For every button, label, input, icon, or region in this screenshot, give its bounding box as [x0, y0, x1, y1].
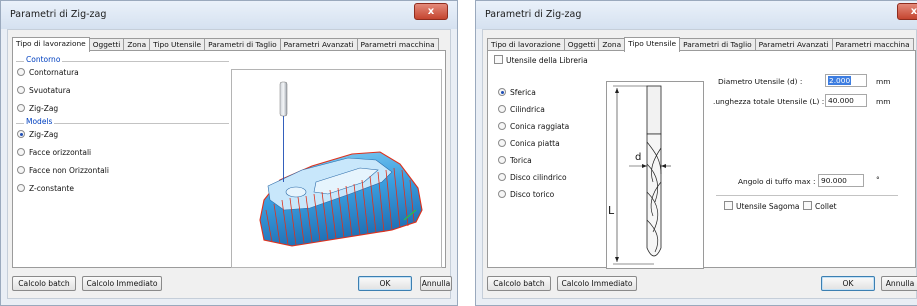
option-label: Zig-Zag	[29, 130, 59, 139]
close-button[interactable]: x	[897, 3, 917, 20]
radio-circle	[498, 190, 506, 198]
radio-circle	[17, 184, 25, 192]
title-bar[interactable]: Parametri di Zig-zag x	[1, 1, 457, 29]
radio-conica-piatta[interactable]: Conica piatta	[498, 138, 560, 150]
checkbox-box	[724, 201, 733, 210]
dialog-body: Tipo di lavorazione Oggetti Zona Tipo Utens…	[7, 29, 452, 299]
collet-checkbox[interactable]: Collet	[803, 201, 837, 213]
option-label: Cilindrica	[510, 105, 545, 114]
tab-tipo-lavorazione[interactable]: Tipo di lavorazione	[12, 37, 90, 52]
ok-button[interactable]: OK	[358, 276, 412, 291]
radio-zig-zag-contorno[interactable]: Zig-Zag	[17, 103, 58, 115]
calcolo-batch-button[interactable]: Calcolo batch	[487, 276, 551, 291]
radio-circle	[17, 104, 25, 112]
radio-sferica[interactable]: Sferica	[498, 87, 536, 99]
option-label: Facce non Orizzontali	[29, 166, 109, 175]
checkbox-label: Utensile Sagoma	[736, 202, 800, 211]
radio-circle	[17, 86, 25, 94]
option-label: Zig-Zag	[29, 104, 59, 113]
tab-strip: Tipo di lavorazione Oggetti Zona Tipo Utens…	[487, 36, 914, 52]
radio-circle	[498, 173, 506, 181]
toolpath-preview-image	[259, 81, 423, 247]
close-icon: x	[910, 6, 917, 17]
angolo-label: Angolo di tuffo max :	[738, 177, 816, 186]
option-label: Sferica	[510, 88, 536, 97]
diametro-unit: mm	[876, 77, 891, 86]
radio-circle	[17, 68, 25, 76]
annulla-button[interactable]: Annulla	[420, 276, 452, 291]
option-label: Conica piatta	[510, 139, 560, 148]
diametro-label: Diametro Utensile (d) :	[718, 77, 803, 86]
radio-circle	[498, 156, 506, 164]
close-icon: x	[427, 6, 435, 17]
radio-contornatura[interactable]: Contornatura	[17, 67, 79, 79]
radio-circle	[498, 139, 506, 147]
angolo-input[interactable]: 90.000	[818, 174, 864, 187]
diametro-input[interactable]: 2.000	[825, 74, 867, 87]
radio-conica-raggiata[interactable]: Conica raggiata	[498, 121, 569, 133]
option-label: Disco torico	[510, 190, 555, 199]
calcolo-batch-button[interactable]: Calcolo batch	[12, 276, 76, 291]
option-label: Z-constante	[29, 184, 74, 193]
checkbox-label: Utensile della Libreria	[506, 56, 588, 65]
radio-circle-selected	[498, 88, 506, 96]
radio-z-constante[interactable]: Z-constante	[17, 183, 74, 195]
option-label: Torica	[510, 156, 532, 165]
radio-svuotatura[interactable]: Svuotatura	[17, 85, 70, 97]
library-tool-checkbox[interactable]: Utensile della Libreria	[494, 55, 588, 67]
option-label: Conica raggiata	[510, 122, 570, 131]
radio-circle-selected	[17, 130, 25, 138]
utensile-sagoma-checkbox[interactable]: Utensile Sagoma	[724, 201, 799, 213]
radio-facce-orizzontali[interactable]: Facce orizzontali	[17, 147, 91, 159]
lunghezza-input[interactable]: 40.000	[825, 94, 867, 107]
radio-cilindrica[interactable]: Cilindrica	[498, 104, 545, 116]
option-label: Disco cilindrico	[510, 173, 567, 182]
tool-diagram: d L	[606, 81, 704, 269]
radio-facce-non-orizzontali[interactable]: Facce non Orizzontali	[17, 165, 109, 177]
option-label: Svuotatura	[29, 86, 71, 95]
tab-strip: Tipo di lavorazione Oggetti Zona Tipo Utens…	[12, 36, 439, 52]
lunghezza-unit: mm	[876, 97, 891, 106]
radio-circle	[17, 148, 25, 156]
window-title: Parametri di Zig-zag	[485, 9, 582, 20]
option-label: Facce orizzontali	[29, 148, 92, 157]
checkbox-box	[494, 55, 503, 64]
tab-page: Utensile della Libreria Sferica Cilindri…	[487, 50, 916, 269]
toolpath-preview-3d[interactable]	[231, 69, 442, 268]
checkbox-box	[803, 201, 812, 210]
checkbox-label: Collet	[815, 202, 837, 211]
radio-circle	[17, 166, 25, 174]
radio-zig-zag-models[interactable]: Zig-Zag	[17, 129, 58, 141]
tab-tipo-utensile[interactable]: Tipo Utensile	[624, 37, 681, 52]
length-dim-label: L	[608, 204, 615, 217]
ok-button[interactable]: OK	[821, 276, 875, 291]
option-label: Contornatura	[29, 68, 79, 77]
diameter-dim-label: d	[635, 152, 642, 163]
calcolo-immediato-button[interactable]: Calcolo Immediato	[557, 276, 637, 291]
annulla-button[interactable]: Annulla	[881, 276, 917, 291]
calcolo-immediato-button[interactable]: Calcolo Immediato	[82, 276, 162, 291]
zigzag-dialog-tool-type: Parametri di Zig-zag x Tipo di lavorazio…	[475, 0, 917, 306]
lunghezza-label: .unghezza totale Utensile (L) :	[713, 97, 825, 106]
window-title: Parametri di Zig-zag	[10, 9, 107, 20]
radio-circle	[498, 105, 506, 113]
ball-endmill-drawing	[613, 85, 671, 265]
zigzag-dialog-work-type: Parametri di Zig-zag x Tipo di lavorazio…	[0, 0, 458, 306]
diametro-value: 2.000	[828, 76, 852, 85]
angolo-unit: °	[876, 175, 880, 184]
group-label-models: Models	[24, 117, 55, 126]
close-button[interactable]: x	[414, 3, 448, 20]
group-label-contorno: Contorno	[24, 55, 63, 64]
radio-disco-torico[interactable]: Disco torico	[498, 189, 554, 201]
section-divider	[716, 195, 898, 196]
title-bar[interactable]: Parametri di Zig-zag x	[476, 1, 917, 29]
radio-circle	[498, 122, 506, 130]
radio-torica[interactable]: Torica	[498, 155, 532, 167]
dialog-body: Tipo di lavorazione Oggetti Zona Tipo Utens…	[482, 29, 917, 299]
radio-disco-cilindrico[interactable]: Disco cilindrico	[498, 172, 567, 184]
